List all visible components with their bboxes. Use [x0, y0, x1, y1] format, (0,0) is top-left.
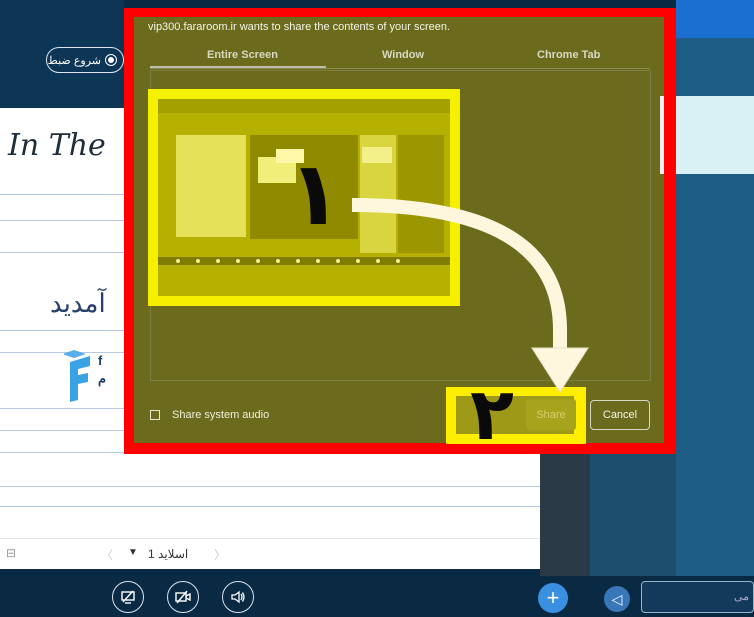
step-two-marker: ۲ — [470, 372, 514, 456]
step-one-marker: ۱ — [288, 142, 342, 245]
annotation-arrow — [351, 198, 589, 393]
